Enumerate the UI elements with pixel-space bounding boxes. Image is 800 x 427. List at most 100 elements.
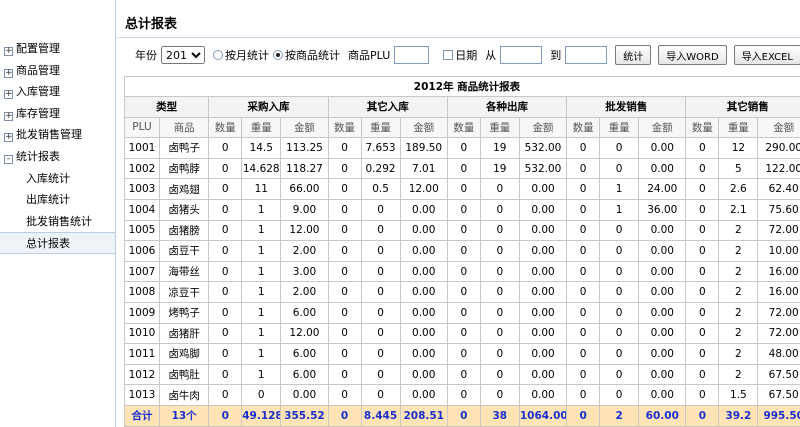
sidebar-subitem[interactable]: 总计报表 bbox=[0, 232, 115, 254]
table-cell: 2.00 bbox=[280, 281, 329, 303]
table-cell: 0 bbox=[360, 301, 401, 324]
radio-product[interactable]: 按商品统计 bbox=[273, 47, 340, 63]
checkbox-icon bbox=[443, 50, 454, 60]
report-caption: 2012年 商品统计报表 bbox=[124, 76, 800, 97]
table-cell: 0 bbox=[599, 343, 640, 365]
table-cell: 1007 bbox=[124, 260, 160, 283]
table-cell: 0 bbox=[599, 301, 640, 324]
table-cell: 0 bbox=[685, 198, 720, 221]
expand-icon: + bbox=[4, 89, 13, 100]
sidebar-item-label: 批发销售管理 bbox=[16, 128, 82, 142]
table-row: 1002 卤鸭脖 0 14.628 118.27 0 0.292 7.01 0 19 532.00 0… bbox=[124, 157, 800, 180]
table-cell: 0 bbox=[446, 343, 481, 365]
table-row: 1003 卤鸡翅 0 11 66.00 0 0.5 12.00 0 0 0.00 0 1 24.00 0 2.… bbox=[124, 178, 800, 200]
table-cell: 0 bbox=[685, 260, 720, 283]
sidebar-item-label: 入库管理 bbox=[16, 85, 60, 99]
total-cell: 38 bbox=[479, 404, 520, 427]
plu-input[interactable] bbox=[394, 46, 430, 64]
table-cell: 0 bbox=[479, 260, 520, 283]
total-cell: 0 bbox=[685, 404, 720, 427]
table-cell: 1004 bbox=[124, 198, 160, 221]
table-cell: 36.00 bbox=[638, 198, 687, 221]
table-cell: 凉豆干 bbox=[158, 281, 210, 303]
column-header: 商品 bbox=[158, 116, 210, 139]
total-cell: 995.50 bbox=[757, 404, 800, 427]
table-cell: 19 bbox=[479, 157, 520, 180]
table-cell: 1013 bbox=[124, 384, 160, 406]
table-cell: 532.00 bbox=[518, 137, 568, 159]
table-cell: 122.00 bbox=[757, 157, 800, 180]
column-header: 金额 bbox=[280, 116, 329, 139]
column-header: 金额 bbox=[518, 116, 568, 139]
year-label: 年份 bbox=[135, 49, 157, 62]
sidebar-subitem[interactable]: 出库统计 bbox=[0, 189, 115, 211]
table-row: 1008 凉豆干 0 1 2.00 0 0 0.00 0 0 0.00 0 0 0.00 0 2 16.00 bbox=[124, 281, 800, 303]
group-header-row: 类型 采购入库 其它入库 各种出库 批发销售 其它销售 bbox=[124, 96, 800, 118]
table-cell: 1011 bbox=[124, 343, 160, 365]
table-cell: 0 bbox=[566, 240, 601, 262]
table-cell: 0 bbox=[479, 219, 520, 242]
radio-icon bbox=[213, 50, 223, 60]
total-cell: 1064.00 bbox=[518, 404, 568, 427]
table-cell: 卤猪肝 bbox=[158, 322, 210, 345]
total-cell: 13个 bbox=[158, 404, 210, 427]
export-word-button[interactable]: 导入WORD bbox=[658, 45, 727, 65]
sidebar-item[interactable]: + 入库管理 bbox=[0, 81, 115, 103]
table-cell: 0.00 bbox=[399, 384, 448, 406]
column-header: 重量 bbox=[718, 116, 759, 139]
sidebar-subitem[interactable]: 批发销售统计 bbox=[0, 211, 115, 233]
sidebar-item[interactable]: - 统计报表 bbox=[0, 146, 115, 168]
sidebar-item[interactable]: + 商品管理 bbox=[0, 60, 115, 82]
table-cell: 0 bbox=[208, 240, 243, 262]
sidebar-item[interactable]: + 库存管理 bbox=[0, 103, 115, 125]
from-label: 从 bbox=[485, 49, 497, 62]
column-header: 数量 bbox=[566, 116, 601, 139]
year-select[interactable]: 2012 bbox=[161, 46, 205, 64]
table-cell: 0 bbox=[446, 363, 481, 386]
table-cell: 0.00 bbox=[399, 343, 448, 365]
table-cell: 0 bbox=[446, 281, 481, 303]
date-checkbox[interactable]: 日期 bbox=[443, 47, 477, 63]
table-cell: 0 bbox=[566, 178, 601, 200]
total-cell: 39.2 bbox=[718, 404, 759, 427]
table-cell: 0 bbox=[479, 198, 520, 221]
table-cell: 0 bbox=[479, 178, 520, 200]
sidebar-subitem[interactable]: 入库统计 bbox=[0, 168, 115, 190]
table-cell: 0 bbox=[685, 137, 720, 159]
sidebar-item-label: 配置管理 bbox=[16, 42, 60, 55]
table-cell: 6.00 bbox=[280, 343, 329, 365]
table-cell: 0.00 bbox=[638, 240, 687, 262]
table-cell: 19 bbox=[479, 137, 520, 159]
sidebar-item[interactable]: + 配置管理 bbox=[0, 38, 115, 60]
table-cell: 66.00 bbox=[280, 178, 329, 200]
table-cell: 0 bbox=[685, 240, 720, 262]
stat-button[interactable]: 统计 bbox=[615, 45, 652, 65]
table-cell: 0.00 bbox=[399, 322, 448, 345]
table-cell: 118.27 bbox=[280, 157, 329, 180]
sidebar-menu: + 配置管理 + 商品管理 + 入库管理 + 库存管理 + 批发销售管理 - 统计报表 入库统计 出库统计… bbox=[0, 38, 115, 254]
total-cell: 0 bbox=[327, 404, 362, 427]
table-cell: 0 bbox=[566, 363, 601, 386]
group-header: 类型 bbox=[124, 96, 210, 118]
expand-icon: + bbox=[4, 132, 13, 143]
table-cell: 10.00 bbox=[757, 240, 800, 262]
table-cell: 0.00 bbox=[518, 343, 568, 365]
date-from-input[interactable] bbox=[500, 46, 543, 64]
table-cell: 0 bbox=[446, 322, 481, 345]
date-to-input[interactable] bbox=[565, 46, 608, 64]
table-cell: 0.00 bbox=[518, 301, 568, 324]
table-row: 1009 烤鸭子 0 1 6.00 0 0 0.00 0 0 0.00 0 0 0.00 0 2 72.00 bbox=[124, 301, 800, 324]
table-cell: 0 bbox=[685, 301, 720, 324]
report-table: 2012年 商品统计报表 类型 采购入库 其它入库 各种出库 批发销售 其它销售 PLU 商品数… bbox=[124, 76, 800, 427]
table-cell: 0 bbox=[599, 260, 640, 283]
table-cell: 0 bbox=[327, 178, 362, 200]
table-cell: 2.6 bbox=[718, 178, 759, 200]
table-cell: 0 bbox=[360, 322, 401, 345]
export-excel-button[interactable]: 导入EXCEL bbox=[733, 45, 800, 65]
total-cell: 208.51 bbox=[399, 404, 448, 427]
sidebar-item[interactable]: + 批发销售管理 bbox=[0, 124, 115, 146]
radio-month[interactable]: 按月统计 bbox=[213, 47, 269, 63]
column-header: 重量 bbox=[479, 116, 520, 139]
group-header: 采购入库 bbox=[208, 96, 329, 118]
table-cell: 0.00 bbox=[638, 219, 687, 242]
